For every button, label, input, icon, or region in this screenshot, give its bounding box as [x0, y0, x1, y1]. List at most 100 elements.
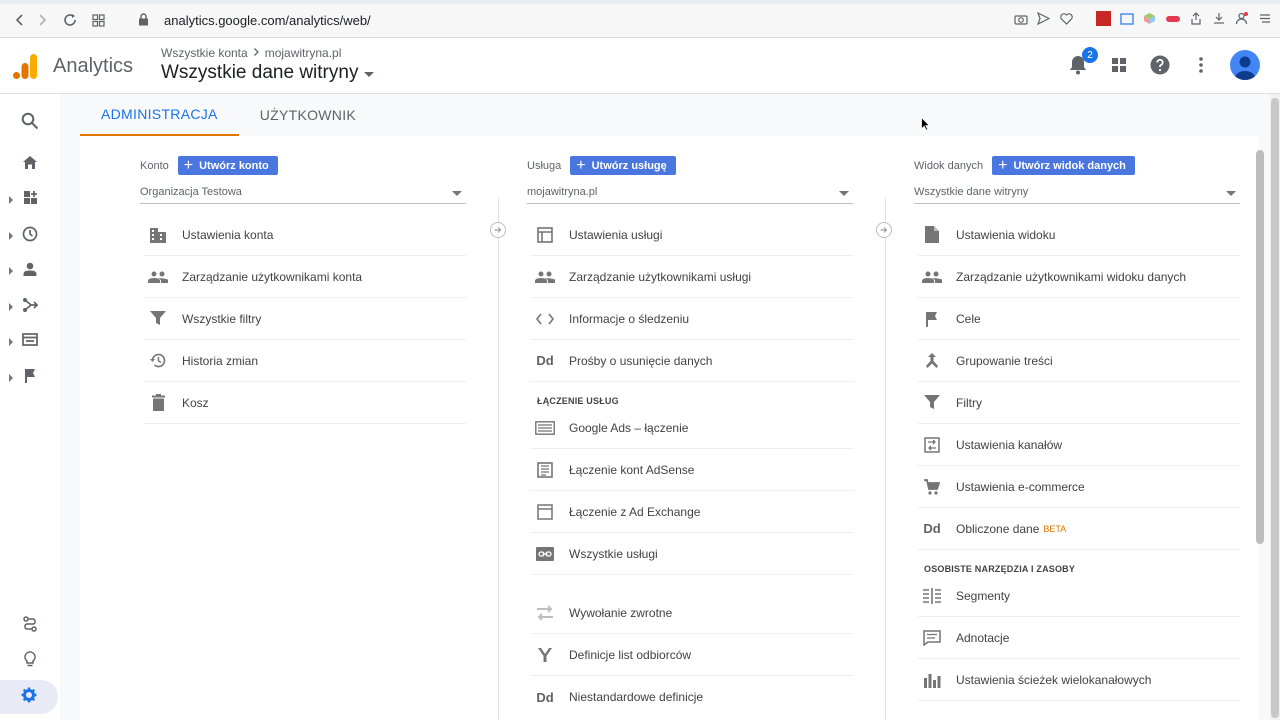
acquisition-icon[interactable] — [22, 297, 39, 318]
goals-row[interactable]: Cele — [918, 298, 1240, 340]
code-icon — [535, 309, 555, 329]
camera-icon[interactable] — [1013, 11, 1028, 26]
extension-red-icon[interactable] — [1096, 11, 1111, 26]
nav-realtime[interactable] — [0, 219, 60, 253]
all-products-row[interactable]: Wszystkie usługi — [531, 533, 853, 575]
view-selector[interactable]: Wszystkie dane witryny — [161, 62, 375, 84]
analytics-header: Analytics Wszystkie konta mojawitryna.pl… — [0, 38, 1280, 94]
apps-grid-icon[interactable] — [1107, 53, 1131, 77]
tracking-info-row[interactable]: Informacje o śledzeniu — [531, 298, 853, 340]
adsense-icon — [535, 460, 555, 480]
row-label: Grupowanie treści — [956, 353, 1053, 368]
property-select[interactable]: mojawitryna.pl — [527, 186, 853, 204]
flag-icon[interactable] — [24, 368, 37, 388]
account-filters-row[interactable]: Wszystkie filtry — [144, 298, 466, 340]
multichannel-settings-row[interactable]: Ustawienia ścieżek wielokanałowych — [918, 659, 1240, 701]
share-icon[interactable] — [1188, 11, 1203, 26]
nav-behavior[interactable] — [0, 325, 60, 359]
audience-definitions-row[interactable]: Definicje list odbiorców — [531, 634, 853, 676]
tab-grid-icon[interactable] — [90, 12, 106, 28]
arrow-right-circle-icon — [490, 222, 506, 238]
view-selected: Wszystkie dane witryny — [914, 186, 1029, 198]
view-users-row[interactable]: Zarządzanie użytkownikami widoku danych — [918, 256, 1240, 298]
tab-administration[interactable]: ADMINISTRACJA — [80, 94, 239, 136]
view-settings-row[interactable]: Ustawienia widoku — [918, 214, 1240, 256]
plus-icon: + — [998, 156, 1008, 174]
heart-icon[interactable] — [1059, 11, 1074, 26]
view-title[interactable]: Wszystkie dane witryny — [161, 62, 358, 84]
forward-icon[interactable] — [34, 12, 50, 28]
breadcrumb-account[interactable]: Wszystkie konta — [161, 46, 248, 60]
create-account-button[interactable]: + Utwórz konto — [177, 156, 278, 175]
caret-down-icon[interactable] — [364, 62, 375, 84]
extension-blue-icon[interactable] — [1119, 11, 1134, 26]
panel-scrollbar[interactable] — [1256, 150, 1264, 544]
tab-user[interactable]: UŻYTKOWNIK — [239, 94, 377, 136]
adsense-linking-row[interactable]: Łączenie kont AdSense — [531, 449, 853, 491]
page-scrollbar-thumb[interactable] — [1271, 98, 1279, 718]
calculated-metrics-row[interactable]: Dd Obliczone dane BETA — [918, 508, 1240, 550]
menu-lines-icon[interactable] — [1257, 11, 1272, 26]
more-vert-icon[interactable] — [1189, 53, 1213, 77]
breadcrumb-property[interactable]: mojawitryna.pl — [265, 46, 342, 60]
row-label: Adnotacje — [956, 630, 1010, 645]
avatar[interactable] — [1230, 50, 1260, 80]
nav-admin[interactable] — [0, 680, 58, 714]
ecommerce-settings-row[interactable]: Ustawienia e-commerce — [918, 466, 1240, 508]
annotations-row[interactable]: Adnotacje — [918, 617, 1240, 659]
dashboard-icon[interactable] — [23, 190, 38, 210]
nav-search[interactable] — [0, 106, 60, 140]
ads-icon — [535, 418, 555, 438]
data-deletion-row[interactable]: Dd Prośby o usunięcie danych — [531, 340, 853, 382]
search-icon[interactable] — [21, 112, 39, 135]
nav-discover[interactable] — [0, 644, 60, 678]
behavior-icon[interactable] — [22, 333, 38, 351]
channel-settings-row[interactable]: Ustawienia kanałów — [918, 424, 1240, 466]
clock-icon[interactable] — [22, 226, 38, 247]
view-select[interactable]: Wszystkie dane witryny — [914, 186, 1240, 204]
account-users-row[interactable]: Zarządzanie użytkownikami konta — [144, 256, 466, 298]
account-trash-row[interactable]: Kosz — [144, 382, 466, 424]
person-icon[interactable] — [23, 262, 37, 281]
reload-icon[interactable] — [62, 12, 78, 28]
segments-row[interactable]: Segmenty — [918, 575, 1240, 617]
custom-definitions-row[interactable]: Dd Niestandardowe definicje — [531, 676, 853, 718]
account-settings-row[interactable]: Ustawienia konta — [144, 214, 466, 256]
extension-cube-icon[interactable] — [1142, 11, 1157, 26]
create-view-button[interactable]: + Utwórz widok danych — [992, 156, 1135, 175]
back-icon[interactable] — [12, 12, 28, 28]
notifications-bell-icon[interactable]: 2 — [1066, 47, 1098, 77]
view-filters-row[interactable]: Filtry — [918, 382, 1240, 424]
create-property-button[interactable]: + Utwórz usługę — [570, 156, 676, 175]
postback-row[interactable]: Wywołanie zwrotne — [531, 592, 853, 634]
nav-customization[interactable] — [0, 183, 60, 217]
profile-extension-icon[interactable] — [1234, 11, 1249, 26]
gear-icon[interactable] — [21, 687, 37, 708]
nav-conversions[interactable] — [0, 361, 60, 395]
nav-attribution[interactable] — [0, 609, 60, 643]
arrow-right-circle-icon — [876, 222, 892, 238]
path-icon[interactable] — [22, 615, 38, 637]
property-settings-row[interactable]: Ustawienia usługi — [531, 214, 853, 256]
google-ads-linking-row[interactable]: Google Ads – łączenie — [531, 407, 853, 449]
home-icon[interactable] — [22, 155, 38, 175]
analytics-logo-icon[interactable] — [12, 52, 38, 80]
help-icon[interactable] — [1148, 53, 1172, 77]
breadcrumb[interactable]: Wszystkie konta mojawitryna.pl — [161, 46, 341, 60]
download-icon[interactable] — [1211, 11, 1226, 26]
lightbulb-icon[interactable] — [24, 650, 36, 672]
content-grouping-row[interactable]: Grupowanie treści — [918, 340, 1240, 382]
nav-home[interactable] — [0, 148, 60, 182]
nav-audience[interactable] — [0, 254, 60, 288]
nav-acquisition[interactable] — [0, 290, 60, 324]
browser-extensions — [1013, 11, 1272, 26]
send-icon[interactable] — [1036, 11, 1051, 26]
row-label: Zarządzanie użytkownikami widoku danych — [956, 269, 1187, 284]
account-select[interactable]: Organizacja Testowa — [140, 186, 466, 204]
property-users-row[interactable]: Zarządzanie użytkownikami usługi — [531, 256, 853, 298]
ad-exchange-linking-row[interactable]: Łączenie z Ad Exchange — [531, 491, 853, 533]
extension-pill-icon[interactable] — [1165, 11, 1180, 26]
page-scrollbar[interactable] — [1270, 94, 1280, 720]
address-bar[interactable]: analytics.google.com/analytics/web/ — [164, 13, 371, 28]
account-history-row[interactable]: Historia zmian — [144, 340, 466, 382]
